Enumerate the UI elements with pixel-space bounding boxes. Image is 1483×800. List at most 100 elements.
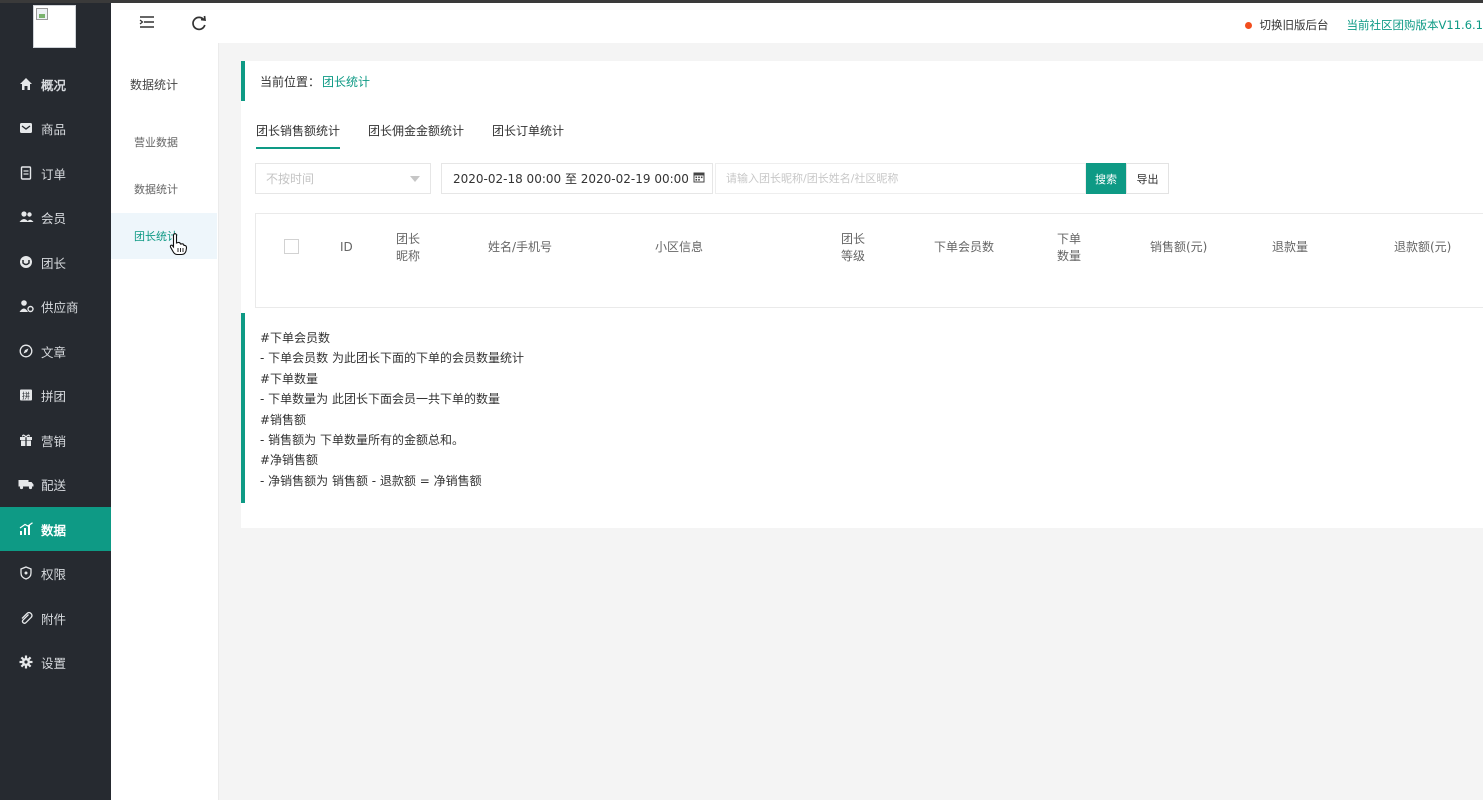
sidebar-item-label: 配送	[41, 477, 67, 493]
column-header-line: 下单	[1057, 232, 1082, 246]
tab-leader-orders[interactable]: 团长订单统计	[492, 119, 564, 151]
paperclip-icon	[18, 610, 34, 626]
sidebar-item-label: 概况	[41, 77, 67, 93]
sidebar-item-label: 商品	[41, 121, 67, 137]
column-header-line: 数量	[1057, 249, 1082, 263]
sidebar-item-suppliers[interactable]: 供应商	[0, 284, 111, 328]
sidebar-item-overview[interactable]: 概况	[0, 62, 111, 106]
note-line: - 下单会员数 为此团长下面的下单的会员数量统计	[260, 351, 524, 366]
subnav-item-business-data[interactable]: 营业数据	[111, 119, 217, 165]
sidebar-item-orders[interactable]: 订单	[0, 151, 111, 195]
breadcrumb-current[interactable]: 团长统计	[322, 73, 370, 90]
column-header-refund-amount: 退款额(元)	[1394, 240, 1452, 254]
note-line: - 下单数量为 此团长下面会员一共下单的数量	[260, 392, 500, 407]
subnav-title: 数据统计	[130, 78, 179, 92]
sidebar-item-members[interactable]: 会员	[0, 195, 111, 239]
sidebar-item-goods[interactable]: 商品	[0, 106, 111, 150]
menu-icon[interactable]	[138, 15, 156, 33]
sub-sidebar: 数据统计 营业数据 数据统计 团长统计	[111, 3, 219, 800]
time-filter-select[interactable]: 不按时间	[255, 163, 431, 194]
table-header: ID 团长 昵称 姓名/手机号 小区信息 团长 等级 下单会员数 下单 数量 销…	[256, 214, 1483, 280]
column-header-nickname: 团长 昵称	[396, 231, 420, 265]
gift-icon	[18, 432, 34, 448]
date-range-value: 2020-02-18 00:00 至 2020-02-19 00:00	[453, 172, 689, 186]
sidebar-item-permissions[interactable]: 权限	[0, 551, 111, 595]
select-all-checkbox[interactable]	[284, 239, 299, 254]
sidebar-item-label: 文章	[41, 344, 67, 360]
column-header-refund-qty: 退款量	[1272, 240, 1309, 254]
status-dot	[1244, 21, 1252, 29]
table-divider	[256, 307, 1364, 308]
calendar-icon	[693, 171, 705, 186]
date-range-picker[interactable]: 2020-02-18 00:00 至 2020-02-19 00:00	[441, 163, 713, 194]
gear-icon	[18, 654, 34, 670]
column-header-line: 等级	[841, 249, 866, 263]
breadcrumb-prefix: 当前位置：	[260, 74, 321, 89]
note-line: #净销售额	[260, 453, 319, 468]
sidebar-item-label: 设置	[41, 655, 67, 671]
note-line: #下单会员数	[260, 331, 331, 345]
column-header-sales: 销售额(元)	[1150, 240, 1208, 254]
search-button[interactable]: 搜索	[1086, 163, 1126, 194]
note-line: - 销售额为 下单数量所有的金额总和。	[260, 433, 464, 448]
home-icon	[18, 76, 34, 92]
lock-icon	[18, 565, 34, 581]
notes-block: #下单会员数 - 下单会员数 为此团长下面的下单的会员数量统计 #下单数量 - …	[241, 313, 1483, 503]
caret-down-icon	[410, 176, 420, 182]
column-header-community: 小区信息	[655, 240, 704, 254]
column-header-line: 昵称	[396, 249, 421, 263]
breadcrumb: 当前位置： 团长统计	[241, 61, 1483, 101]
sidebar-item-group-buy[interactable]: 拼 拼团	[0, 373, 111, 417]
search-input[interactable]	[715, 163, 1086, 194]
order-icon	[18, 165, 34, 181]
sidebar-item-delivery[interactable]: 配送	[0, 462, 111, 506]
group-buy-icon: 拼	[18, 387, 34, 403]
column-header-line: 团长	[841, 232, 866, 246]
sidebar-item-data[interactable]: 数据	[0, 507, 111, 551]
logo-image	[33, 5, 76, 48]
sidebar-item-label: 供应商	[41, 299, 79, 315]
sidebar-item-label: 拼团	[41, 388, 67, 404]
top-right-area: 切换旧版后台 当前社区团购版本V11.6.1	[1244, 17, 1483, 33]
note-line: - 净销售额为 销售额 - 退款额 = 净销售额	[260, 473, 482, 488]
time-filter-value: 不按时间	[266, 172, 315, 186]
broken-image-icon	[36, 8, 48, 20]
export-button[interactable]: 导出	[1126, 163, 1169, 194]
leader-stats-table: ID 团长 昵称 姓名/手机号 小区信息 团长 等级 下单会员数 下单 数量 销…	[255, 213, 1483, 308]
sidebar-item-label: 会员	[41, 210, 67, 226]
switch-old-backend-link[interactable]: 切换旧版后台	[1260, 17, 1329, 33]
sidebar-item-settings[interactable]: 设置	[0, 640, 111, 684]
subnav-item-leader-stats[interactable]: 团长统计	[111, 213, 217, 259]
column-header-level: 团长 等级	[841, 231, 865, 265]
note-line: #销售额	[260, 412, 307, 427]
leader-icon	[18, 254, 34, 270]
sidebar-item-leaders[interactable]: 团长	[0, 240, 111, 284]
refresh-icon[interactable]	[190, 15, 208, 33]
chart-icon	[18, 521, 34, 537]
truck-icon	[18, 476, 34, 492]
sidebar-item-marketing[interactable]: 营销	[0, 418, 111, 462]
sidebar-item-label: 营销	[41, 433, 67, 449]
svg-text:拼: 拼	[22, 391, 30, 401]
goods-icon	[18, 120, 34, 136]
top-header: 切换旧版后台 当前社区团购版本V11.6.1	[129, 3, 1483, 43]
sidebar-item-articles[interactable]: 文章	[0, 329, 111, 373]
article-icon	[18, 343, 34, 359]
column-header-order-quantity: 下单 数量	[1057, 231, 1081, 265]
column-header-line: 团长	[396, 232, 421, 246]
sidebar-item-label: 数据	[41, 522, 67, 538]
sidebar-item-label: 团长	[41, 255, 67, 271]
sidebar-item-label: 订单	[41, 166, 67, 182]
subnav-item-data-stats[interactable]: 数据统计	[111, 166, 217, 212]
note-line: #下单数量	[260, 371, 319, 386]
sidebar-item-attachments[interactable]: 附件	[0, 596, 111, 640]
tab-leader-sales[interactable]: 团长销售额统计	[256, 119, 341, 151]
sidebar-item-label: 权限	[41, 566, 67, 582]
supplier-icon	[18, 298, 34, 314]
hand-cursor-icon	[169, 233, 188, 256]
version-text: 当前社区团购版本V11.6.1	[1346, 18, 1483, 32]
tab-leader-commission[interactable]: 团长佣金金额统计	[368, 119, 464, 151]
member-icon	[18, 209, 34, 225]
content-panel: 当前位置： 团长统计 团长销售额统计 团长佣金金额统计 团长订单统计 不按时间 …	[241, 61, 1483, 528]
column-header-id: ID	[340, 240, 353, 254]
